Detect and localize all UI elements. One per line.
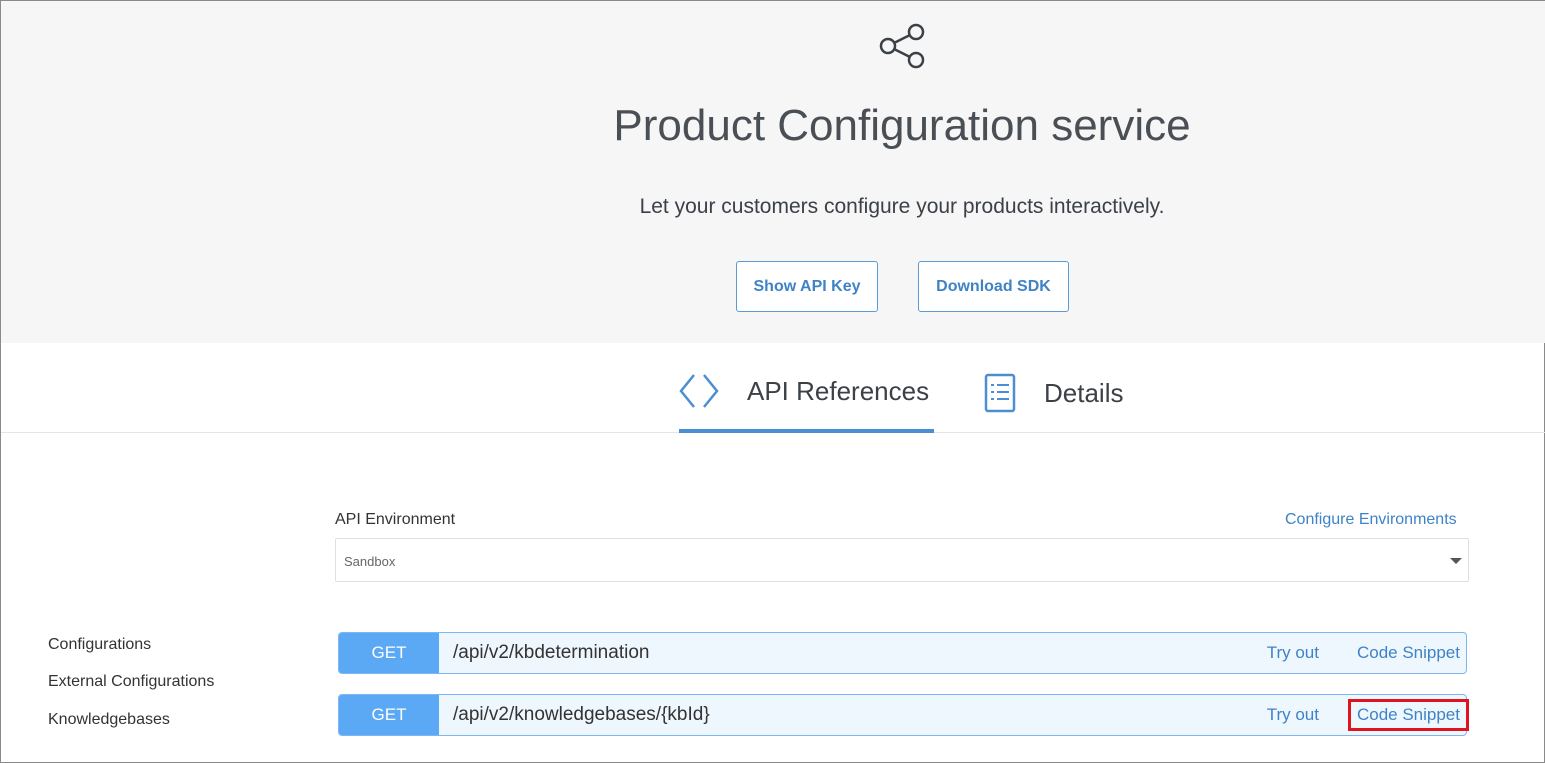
endpoint-path: /api/v2/knowledgebases/{kbId}	[453, 704, 710, 725]
sidebar-item-knowledgebases[interactable]: Knowledgebases	[48, 711, 170, 729]
tab-label: API References	[747, 375, 930, 406]
method-badge: GET	[339, 695, 439, 735]
download-sdk-button[interactable]: Download SDK	[918, 261, 1069, 312]
try-out-link[interactable]: Try out	[1267, 643, 1319, 663]
api-environment-select[interactable]: Sandbox	[335, 538, 1469, 582]
api-environment-label: API Environment	[335, 511, 456, 528]
endpoint-path: /api/v2/kbdetermination	[453, 642, 650, 663]
endpoint-row[interactable]: GET /api/v2/knowledgebases/{kbId} Try ou…	[338, 694, 1470, 736]
sidebar-item-configurations[interactable]: Configurations	[48, 636, 151, 654]
share-icon	[879, 23, 925, 69]
tab-details[interactable]: Details	[984, 373, 1123, 413]
tab-bar: API References Details	[1, 343, 1545, 433]
configure-environments-link[interactable]: Configure Environments	[1285, 511, 1457, 529]
sidebar-item-external-configurations[interactable]: External Configurations	[48, 673, 214, 691]
active-tab-indicator	[679, 429, 934, 433]
page-subtitle: Let your customers configure your produc…	[639, 195, 1165, 218]
code-brackets-icon	[679, 374, 719, 408]
endpoint-row[interactable]: GET /api/v2/kbdetermination Try out Code…	[338, 632, 1467, 674]
code-snippet-link[interactable]: Code Snippet	[1351, 640, 1466, 666]
tab-label: Details	[1044, 377, 1124, 408]
code-snippet-link[interactable]: Code Snippet	[1347, 699, 1470, 731]
document-list-icon	[984, 373, 1016, 413]
chevron-down-icon	[1450, 558, 1462, 564]
method-badge: GET	[339, 633, 439, 673]
show-api-key-button[interactable]: Show API Key	[736, 261, 878, 312]
hero-banner: Product Configuration service Let your c…	[1, 1, 1545, 343]
page-title: Product Configuration service	[613, 101, 1191, 150]
try-out-link[interactable]: Try out	[1267, 705, 1319, 725]
tab-api-references[interactable]: API References	[679, 373, 929, 409]
selected-environment: Sandbox	[344, 554, 396, 569]
